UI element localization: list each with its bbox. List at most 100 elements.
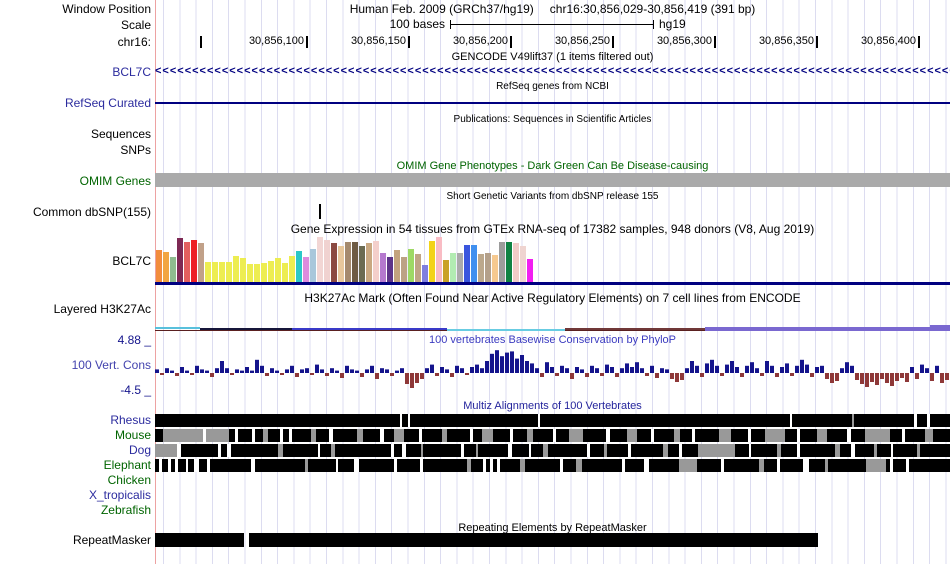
gtex-bar[interactable] [492, 255, 498, 282]
gtex-bar[interactable] [247, 264, 253, 282]
gtex-bar[interactable] [205, 262, 211, 282]
gtex-bar[interactable] [331, 243, 337, 282]
gtex-bar[interactable] [366, 243, 372, 282]
gtex-bar[interactable] [499, 242, 505, 282]
gtex-bar[interactable] [177, 238, 183, 282]
ruler-tick[interactable] [816, 36, 818, 48]
gtex-bar[interactable] [422, 265, 428, 282]
gtex-gene-label[interactable]: BCL7C [0, 254, 151, 268]
h3k27ac-segment[interactable] [565, 328, 705, 330]
ruler-tick[interactable] [306, 36, 308, 48]
species-label-dog[interactable]: Dog [0, 443, 151, 457]
gtex-bar[interactable] [415, 254, 421, 282]
ruler-tick[interactable] [714, 36, 716, 48]
species-label-zebrafish[interactable]: Zebrafish [0, 503, 151, 517]
gtex-bar[interactable] [408, 249, 414, 282]
gtex-bar[interactable] [359, 246, 365, 282]
gtex-bar[interactable] [457, 253, 463, 282]
gtex-bar[interactable] [198, 243, 204, 282]
h3k27ac-track-label[interactable]: Layered H3K27Ac [0, 302, 151, 316]
species-label-x_tropicalis[interactable]: X_tropicalis [0, 488, 151, 502]
gtex-bar[interactable] [296, 251, 302, 282]
gtex-bar[interactable] [394, 250, 400, 282]
h3k27ac-segment[interactable] [447, 329, 565, 331]
h3k27ac-segment[interactable] [292, 328, 447, 330]
conservation-bar [330, 368, 334, 373]
gtex-bar[interactable] [429, 241, 435, 282]
ruler-tick[interactable] [918, 36, 920, 48]
repeatmasker-track-label[interactable]: RepeatMasker [0, 533, 151, 547]
alignment-row-dog[interactable] [155, 444, 950, 457]
dbsnp-track-label[interactable]: Common dbSNP(155) [0, 205, 151, 219]
repeatmasker-bar[interactable] [249, 533, 818, 547]
dbsnp-variant-tick[interactable] [319, 204, 321, 219]
gtex-bar[interactable] [317, 237, 323, 282]
species-label-mouse[interactable]: Mouse [0, 428, 151, 442]
gtex-bar[interactable] [268, 261, 274, 282]
gtex-bar[interactable] [275, 258, 281, 282]
refseq-track-label[interactable]: RefSeq Curated [0, 96, 151, 110]
gtex-bar[interactable] [310, 249, 316, 282]
h3k27ac-segment[interactable] [200, 328, 292, 330]
gtex-bar[interactable] [219, 262, 225, 282]
h3k27ac-segment[interactable] [705, 327, 950, 331]
ruler-tick[interactable] [510, 36, 512, 48]
repeatmasker-bar[interactable] [155, 533, 244, 547]
gtex-bar[interactable] [289, 256, 295, 282]
gtex-bar[interactable] [506, 242, 512, 282]
gtex-bar[interactable] [513, 243, 519, 282]
gtex-bar[interactable] [240, 258, 246, 282]
gencode-gene-label[interactable]: BCL7C [0, 65, 151, 79]
gtex-gene-model-line[interactable] [155, 282, 950, 285]
alignment-row-elephant[interactable] [155, 459, 950, 472]
gtex-bar[interactable] [352, 242, 358, 282]
gtex-bar[interactable] [191, 240, 197, 282]
conservation-wiggle[interactable] [155, 348, 950, 396]
conservation-track-label[interactable]: 100 Vert. Cons [0, 358, 151, 372]
gtex-bar[interactable] [485, 253, 491, 282]
species-label-elephant[interactable]: Elephant [0, 458, 151, 472]
gtex-bar[interactable] [464, 245, 470, 282]
sequences-track-label[interactable]: Sequences [0, 127, 151, 141]
gtex-bar[interactable] [527, 259, 533, 282]
gtex-bar[interactable] [380, 253, 386, 282]
species-label-chicken[interactable]: Chicken [0, 473, 151, 487]
gtex-bar[interactable] [387, 257, 393, 282]
alignment-row-rhesus[interactable] [155, 414, 950, 427]
gtex-bar[interactable] [373, 241, 379, 282]
gtex-bar[interactable] [520, 246, 526, 282]
gtex-bar[interactable] [226, 262, 232, 282]
gtex-bar[interactable] [212, 262, 218, 282]
gtex-bar[interactable] [450, 253, 456, 282]
gtex-bar[interactable] [233, 256, 239, 282]
gtex-bar[interactable] [338, 246, 344, 282]
omim-track-label[interactable]: OMIM Genes [0, 174, 151, 188]
snps-track-label[interactable]: SNPs [0, 143, 151, 157]
ruler-tick[interactable] [612, 36, 614, 48]
gtex-bar[interactable] [443, 260, 449, 282]
refseq-gene-line[interactable] [155, 102, 950, 104]
ruler-tick[interactable] [200, 36, 202, 48]
h3k27ac-segment[interactable] [155, 327, 200, 329]
gtex-bar[interactable] [303, 257, 309, 282]
gtex-bar[interactable] [156, 250, 162, 282]
gtex-bar[interactable] [478, 254, 484, 282]
gtex-bar[interactable] [184, 242, 190, 282]
gencode-gene-model[interactable]: <<<<<<<<<<<<<<<<<<<<<<<<<<<<<<<<<<<<<<<<… [155, 65, 950, 78]
gtex-bar[interactable] [345, 242, 351, 282]
h3k27ac-segment[interactable] [930, 325, 950, 331]
gtex-bar[interactable] [254, 264, 260, 282]
omim-gene-bar[interactable] [155, 173, 950, 187]
ruler-tick[interactable] [408, 36, 410, 48]
gtex-bar[interactable] [163, 252, 169, 282]
gtex-bar[interactable] [436, 237, 442, 282]
gtex-bar[interactable] [282, 263, 288, 282]
gtex-bar[interactable] [324, 240, 330, 282]
gtex-barchart[interactable] [156, 236, 950, 282]
gtex-bar[interactable] [401, 257, 407, 282]
gtex-bar[interactable] [170, 257, 176, 282]
alignment-row-mouse[interactable] [155, 429, 950, 442]
species-label-rhesus[interactable]: Rhesus [0, 413, 151, 427]
gtex-bar[interactable] [261, 263, 267, 282]
gtex-bar[interactable] [471, 245, 477, 282]
